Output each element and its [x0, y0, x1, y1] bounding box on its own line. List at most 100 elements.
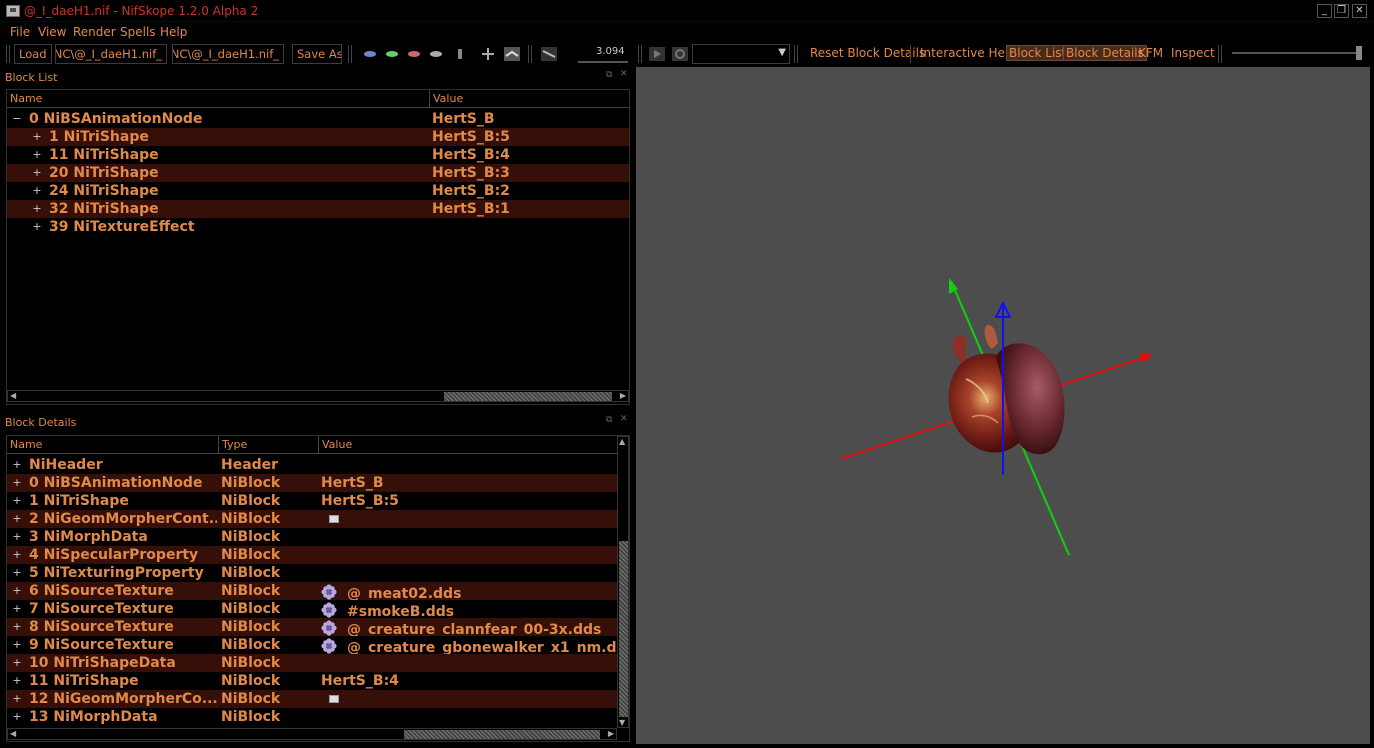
block-details-row[interactable]: + NiHeader Header — [7, 456, 617, 474]
close-button[interactable]: ✕ — [1352, 4, 1367, 18]
block-list-hscroll[interactable]: ◀ ▶ — [7, 390, 629, 402]
block-list-row[interactable]: +24 NiTriShape HertS_B:2 — [7, 182, 629, 200]
load-path-field[interactable]: _INC\@_I_daeH1.nif — [55, 44, 167, 64]
scroll-down-icon[interactable]: ▼ — [619, 718, 625, 727]
block-details-row[interactable]: +0 NiBSAnimationNode NiBlock HertS_B — [7, 474, 617, 492]
scroll-thumb[interactable] — [619, 541, 628, 717]
block-details-row[interactable]: +6 NiSourceTexture NiBlock @_meat02.dds — [7, 582, 617, 600]
block-details-vscroll[interactable]: ▲ ▼ — [617, 436, 629, 728]
scroll-up-icon[interactable]: ▲ — [619, 437, 625, 446]
column-type[interactable]: Type — [219, 436, 319, 454]
scroll-right-icon[interactable]: ▶ — [608, 729, 614, 738]
expand-icon[interactable]: + — [11, 672, 23, 690]
expand-icon[interactable]: + — [11, 456, 23, 474]
scroll-right-icon[interactable]: ▶ — [620, 391, 626, 400]
save-path-field[interactable]: _INC\@_I_daeH1.nif — [172, 44, 284, 64]
expand-icon[interactable]: + — [11, 546, 23, 564]
column-value[interactable]: Value — [319, 436, 617, 454]
block-details-toggle[interactable]: Block Details — [1063, 45, 1147, 61]
block-list-row[interactable]: +39 NiTextureEffect — [7, 218, 629, 236]
column-name[interactable]: Name — [7, 436, 219, 454]
block-details-row[interactable]: +10 NiTriShapeData NiBlock — [7, 654, 617, 672]
block-list-row[interactable]: +32 NiTriShape HertS_B:1 — [7, 200, 629, 218]
close-panel-icon[interactable]: ✕ — [620, 69, 628, 79]
expand-icon[interactable]: + — [31, 146, 43, 164]
expand-icon[interactable]: + — [11, 636, 23, 654]
animation-loop-icon[interactable] — [672, 47, 688, 61]
view-top-icon[interactable] — [406, 47, 422, 61]
menu-file[interactable]: File — [10, 25, 30, 39]
expand-icon[interactable]: + — [11, 708, 23, 726]
save-as-button[interactable]: Save As — [292, 44, 342, 64]
render-viewport[interactable] — [636, 67, 1370, 744]
expand-icon[interactable]: + — [31, 164, 43, 182]
interactive-help-button[interactable]: Interactive Help — [920, 46, 1016, 60]
expand-icon[interactable]: + — [11, 510, 23, 528]
column-name[interactable]: Name — [7, 90, 430, 108]
animation-select[interactable]: ▼ — [692, 44, 790, 64]
expand-icon[interactable]: + — [11, 474, 23, 492]
float-icon[interactable]: ⧉ — [606, 415, 612, 425]
expand-icon[interactable]: + — [11, 690, 23, 708]
time-slider-handle[interactable] — [1356, 46, 1362, 60]
expand-icon[interactable]: + — [11, 618, 23, 636]
minimize-button[interactable]: _ — [1317, 4, 1332, 18]
block-details-row[interactable]: +7 NiSourceTexture NiBlock #smokeB.dds — [7, 600, 617, 618]
inspect-button[interactable]: Inspect — [1171, 46, 1215, 60]
axes-icon[interactable] — [480, 47, 496, 61]
block-list-toggle[interactable]: Block List — [1006, 45, 1070, 61]
lod-slider[interactable] — [578, 61, 628, 63]
expand-icon[interactable]: + — [11, 582, 23, 600]
expand-icon[interactable]: + — [31, 218, 43, 236]
walk-mode-icon[interactable] — [452, 47, 468, 61]
block-details-row[interactable]: +4 NiSpecularProperty NiBlock — [7, 546, 617, 564]
block-details-row[interactable]: +2 NiGeomMorpherCont... NiBlock — [7, 510, 617, 528]
expand-icon[interactable]: + — [31, 200, 43, 218]
block-details-row[interactable]: +11 NiTriShape NiBlock HertS_B:4 — [7, 672, 617, 690]
block-details-hscroll[interactable]: ◀ ▶ — [7, 728, 617, 740]
animation-play-icon[interactable] — [649, 47, 665, 61]
expand-icon[interactable]: + — [11, 600, 23, 618]
view-user-icon[interactable] — [428, 47, 444, 61]
block-details-row[interactable]: +5 NiTexturingProperty NiBlock — [7, 564, 617, 582]
expand-icon[interactable]: + — [11, 564, 23, 582]
block-details-tree[interactable]: Name Type Value + NiHeader Header +0 NiBSAn… — [6, 435, 630, 742]
close-panel-icon[interactable]: ✕ — [620, 414, 628, 424]
view-side-icon[interactable] — [384, 47, 400, 61]
block-details-row[interactable]: +1 NiTriShape NiBlock HertS_B:5 — [7, 492, 617, 510]
reset-block-details-button[interactable]: Reset Block Details — [810, 46, 925, 60]
scroll-left-icon[interactable]: ◀ — [10, 729, 16, 738]
menu-render[interactable]: Render — [73, 25, 116, 39]
lod-icon[interactable] — [541, 47, 557, 61]
block-list-row[interactable]: +1 NiTriShape HertS_B:5 — [7, 128, 629, 146]
menu-spells[interactable]: Spells — [120, 25, 156, 39]
expand-icon[interactable]: + — [11, 492, 23, 510]
grid-icon[interactable] — [504, 47, 520, 61]
restore-button[interactable]: ❐ — [1334, 4, 1349, 18]
block-details-row[interactable]: +12 NiGeomMorpherCo... NiBlock — [7, 690, 617, 708]
float-icon[interactable]: ⧉ — [606, 70, 612, 80]
expand-icon[interactable]: + — [31, 182, 43, 200]
column-value[interactable]: Value — [430, 90, 629, 108]
block-details-row[interactable]: +9 NiSourceTexture NiBlock @_creature_gbon… — [7, 636, 617, 654]
block-list-row[interactable]: +11 NiTriShape HertS_B:4 — [7, 146, 629, 164]
scroll-thumb[interactable] — [444, 392, 612, 401]
block-list-row[interactable]: +20 NiTriShape HertS_B:3 — [7, 164, 629, 182]
kfm-button[interactable]: KFM — [1138, 46, 1163, 60]
load-button[interactable]: Load — [14, 44, 52, 64]
time-slider[interactable] — [1232, 52, 1362, 54]
menu-view[interactable]: View — [38, 25, 66, 39]
scroll-thumb[interactable] — [404, 730, 600, 739]
scroll-left-icon[interactable]: ◀ — [10, 391, 16, 400]
view-front-icon[interactable] — [362, 47, 378, 61]
expand-icon[interactable]: + — [11, 654, 23, 672]
expand-icon[interactable]: + — [11, 528, 23, 546]
block-list-tree[interactable]: Name Value −0 NiBSAnimationNode HertS_B +1… — [6, 89, 630, 405]
block-details-row[interactable]: +13 NiMorphData NiBlock — [7, 708, 617, 726]
block-details-row[interactable]: +8 NiSourceTexture NiBlock @_creature_clan… — [7, 618, 617, 636]
menu-help[interactable]: Help — [160, 25, 187, 39]
block-details-row[interactable]: +3 NiMorphData NiBlock — [7, 528, 617, 546]
collapse-icon[interactable]: − — [11, 110, 23, 128]
block-list-row[interactable]: −0 NiBSAnimationNode HertS_B — [7, 110, 629, 128]
expand-icon[interactable]: + — [31, 128, 43, 146]
